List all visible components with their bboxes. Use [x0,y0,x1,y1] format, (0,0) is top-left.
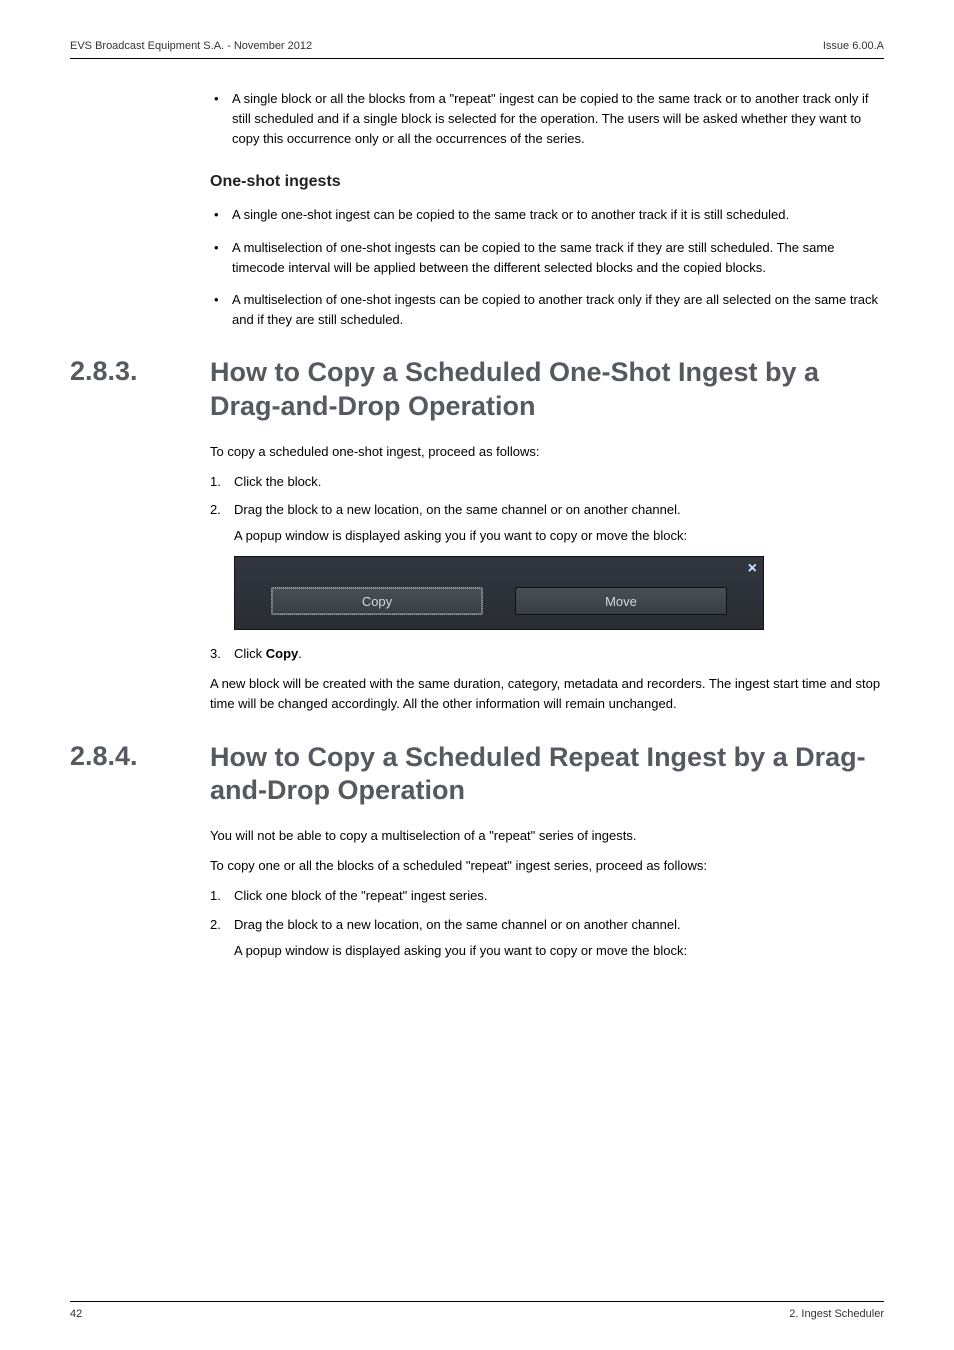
section-284-steps: Click one block of the "repeat" ingest s… [210,886,884,960]
intro-bullet: A single block or all the blocks from a … [210,89,884,149]
step-3-prefix: Click [234,646,266,661]
copy-button[interactable]: Copy [271,587,483,615]
step-2-text: Drag the block to a new location, on the… [234,917,681,932]
page-header: EVS Broadcast Equipment S.A. - November … [70,40,884,59]
step-2: Drag the block to a new location, on the… [210,915,884,961]
move-button[interactable]: Move [515,587,727,615]
section-284-p2: To copy one or all the blocks of a sched… [210,856,884,876]
section-number: 2.8.4. [70,741,210,772]
oneshot-bullet: A single one-shot ingest can be copied t… [210,205,884,225]
section-283-heading: 2.8.3. How to Copy a Scheduled One-Shot … [70,356,884,424]
intro-bullet-list: A single block or all the blocks from a … [210,89,884,149]
close-icon[interactable]: × [748,561,757,577]
section-title: How to Copy a Scheduled One-Shot Ingest … [210,356,884,424]
header-left: EVS Broadcast Equipment S.A. - November … [70,40,312,52]
step-1: Click one block of the "repeat" ingest s… [210,886,884,906]
section-283-steps: Click the block. Drag the block to a new… [210,472,884,546]
section-284-heading: 2.8.4. How to Copy a Scheduled Repeat In… [70,741,884,809]
section-number: 2.8.3. [70,356,210,387]
oneshot-bullet: A multiselection of one-shot ingests can… [210,238,884,278]
step-3: Click Copy. [210,644,884,664]
footer-page-number: 42 [70,1308,82,1320]
copy-move-popup: × Copy Move [234,556,764,630]
page-footer: 42 2. Ingest Scheduler [70,1301,884,1320]
oneshot-bullet: A multiselection of one-shot ingests can… [210,290,884,330]
step-2-sub: A popup window is displayed asking you i… [234,526,884,546]
oneshot-bullet-list: A single one-shot ingest can be copied t… [210,205,884,330]
heading-oneshot: One-shot ingests [210,173,884,191]
step-3-suffix: . [298,646,302,661]
step-1: Click the block. [210,472,884,492]
section-284-p1: You will not be able to copy a multisele… [210,826,884,846]
step-2-text: Drag the block to a new location, on the… [234,502,681,517]
section-title: How to Copy a Scheduled Repeat Ingest by… [210,741,884,809]
section-283-lead: To copy a scheduled one-shot ingest, pro… [210,442,884,462]
footer-section: 2. Ingest Scheduler [789,1308,884,1320]
step-3-bold: Copy [266,646,299,661]
section-283-after: A new block will be created with the sam… [210,674,884,714]
step-2-sub: A popup window is displayed asking you i… [234,941,884,961]
header-right: Issue 6.00.A [823,40,884,52]
section-283-steps-cont: Click Copy. [210,644,884,664]
step-2: Drag the block to a new location, on the… [210,500,884,546]
